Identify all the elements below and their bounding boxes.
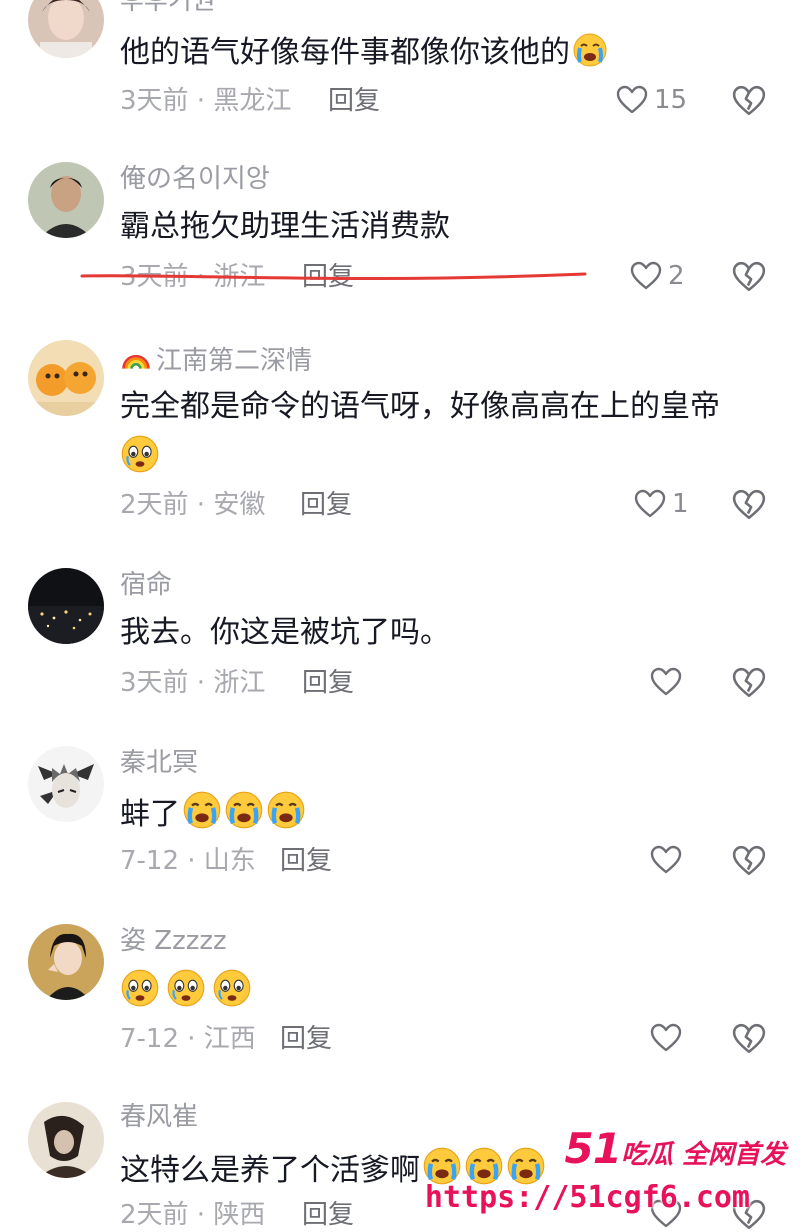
avatar[interactable] bbox=[28, 924, 104, 1000]
avatar[interactable] bbox=[28, 162, 104, 238]
avatar[interactable] bbox=[28, 1102, 104, 1178]
heart-icon bbox=[650, 1022, 682, 1054]
comment-time-location: 7-12 · 江西 bbox=[120, 1024, 256, 1054]
comment-item: 秦北冥 蚌了 7-12 · 山东 回复 bbox=[0, 744, 800, 894]
reply-button[interactable]: 回复 bbox=[300, 490, 352, 520]
comment-item: 江南第二深情 完全都是命令的语气呀，好像高高在上的皇帝 2天前 · 安徽 回复 … bbox=[0, 338, 800, 538]
comment-time-location: 3天前 · 黑龙江 bbox=[120, 86, 292, 116]
heart-icon bbox=[616, 84, 648, 116]
heart-icon bbox=[650, 844, 682, 876]
reply-button[interactable]: 回复 bbox=[302, 668, 354, 698]
broken-heart-icon[interactable] bbox=[732, 488, 766, 522]
broken-heart-icon[interactable] bbox=[732, 1022, 766, 1056]
comment-time-location: 3天前 · 浙江 bbox=[120, 668, 266, 698]
like-button[interactable]: 15 bbox=[616, 84, 687, 116]
comment-username-text: 江南第二深情 bbox=[156, 346, 313, 376]
like-button[interactable]: 2 bbox=[630, 260, 685, 292]
comment-item: 俺の名이지앙 霸总拖欠助理生活消费款 3天前 · 浙江 回复 2 bbox=[0, 160, 800, 310]
comment-text-content: 这特么是养了个活爹啊 bbox=[120, 1153, 420, 1188]
comment-username[interactable]: 姿 Zzzzz bbox=[120, 926, 227, 956]
like-count: 2 bbox=[668, 261, 685, 291]
comment-username[interactable]: 春风崔 bbox=[120, 1102, 198, 1132]
reply-button[interactable]: 回复 bbox=[280, 1024, 332, 1054]
comment-text-content: 他的语气好像每件事都像你该他的 bbox=[120, 35, 570, 70]
comment-text-content: 蚌了 bbox=[120, 797, 180, 832]
comment-text: 霸总拖欠助理生活消费款 bbox=[120, 209, 450, 244]
watermark-brand: 51吃瓜 全网首发 bbox=[564, 1124, 786, 1173]
avatar[interactable] bbox=[28, 568, 104, 644]
sad-cry-emoji-icon bbox=[212, 968, 252, 1008]
crying-emoji-icon bbox=[224, 790, 264, 830]
like-button[interactable] bbox=[650, 1022, 688, 1054]
comment-username[interactable]: 秦北冥 bbox=[120, 748, 198, 778]
like-button[interactable] bbox=[650, 666, 688, 698]
comment-username[interactable]: 江南第二深情 bbox=[120, 342, 312, 376]
rainbow-icon bbox=[120, 342, 152, 374]
comment-item: 후후기원 他的语气好像每件事都像你该他的 3天前 · 黑龙江 回复 15 bbox=[0, 0, 800, 140]
comment-username[interactable]: 宿命 bbox=[120, 570, 172, 600]
comment-text: 他的语气好像每件事都像你该他的 bbox=[120, 32, 608, 72]
comment-item: 宿命 我去。你这是被坑了吗。 3天前 · 浙江 回复 bbox=[0, 566, 800, 716]
avatar[interactable] bbox=[28, 340, 104, 416]
broken-heart-icon[interactable] bbox=[732, 84, 766, 118]
heart-icon bbox=[630, 260, 662, 292]
watermark-brand-number: 51 bbox=[564, 1124, 621, 1173]
avatar[interactable] bbox=[28, 746, 104, 822]
crying-emoji-icon bbox=[572, 32, 608, 68]
sad-cry-emoji-icon bbox=[120, 968, 160, 1008]
heart-icon bbox=[634, 488, 666, 520]
broken-heart-icon[interactable] bbox=[732, 260, 766, 294]
like-count: 1 bbox=[672, 489, 689, 519]
heart-icon bbox=[650, 666, 682, 698]
comment-text: 我去。你这是被坑了吗。 bbox=[120, 615, 450, 650]
comment-username[interactable]: 후후기원 bbox=[120, 0, 216, 16]
broken-heart-icon[interactable] bbox=[732, 666, 766, 700]
comment-time-location: 2天前 · 陕西 bbox=[120, 1200, 266, 1230]
reply-button[interactable]: 回复 bbox=[280, 846, 332, 876]
reply-button[interactable]: 回复 bbox=[328, 86, 380, 116]
reply-button[interactable]: 回复 bbox=[302, 262, 354, 292]
comment-time-location: 2天前 · 安徽 bbox=[120, 490, 266, 520]
comment-text: 完全都是命令的语气呀，好像高高在上的皇帝 bbox=[120, 389, 720, 424]
comment-text bbox=[120, 968, 252, 1012]
sad-cry-emoji-icon bbox=[120, 434, 160, 474]
watermark-url: https://51cgf6.com bbox=[424, 1180, 750, 1215]
sad-cry-emoji-icon bbox=[166, 968, 206, 1008]
like-count: 15 bbox=[654, 85, 688, 115]
broken-heart-icon[interactable] bbox=[732, 844, 766, 878]
like-button[interactable]: 1 bbox=[634, 488, 689, 520]
comment-text: 蚌了 bbox=[120, 790, 306, 834]
crying-emoji-icon bbox=[182, 790, 222, 830]
comment-text-emoji-line bbox=[120, 434, 160, 478]
reply-button[interactable]: 回复 bbox=[302, 1200, 354, 1230]
comment-time-location: 7-12 · 山东 bbox=[120, 846, 256, 876]
comment-username[interactable]: 俺の名이지앙 bbox=[120, 164, 270, 194]
crying-emoji-icon bbox=[266, 790, 306, 830]
avatar[interactable] bbox=[28, 0, 104, 58]
comment-item: 姿 Zzzzz 7-12 · 江西 回复 bbox=[0, 922, 800, 1072]
watermark-brand-text: 吃瓜 全网首发 bbox=[620, 1140, 786, 1170]
watermark: 51吃瓜 全网首发 https://51cgf6.com bbox=[425, 1120, 790, 1230]
like-button[interactable] bbox=[650, 844, 688, 876]
comment-time-location: 3天前 · 浙江 bbox=[120, 262, 266, 292]
